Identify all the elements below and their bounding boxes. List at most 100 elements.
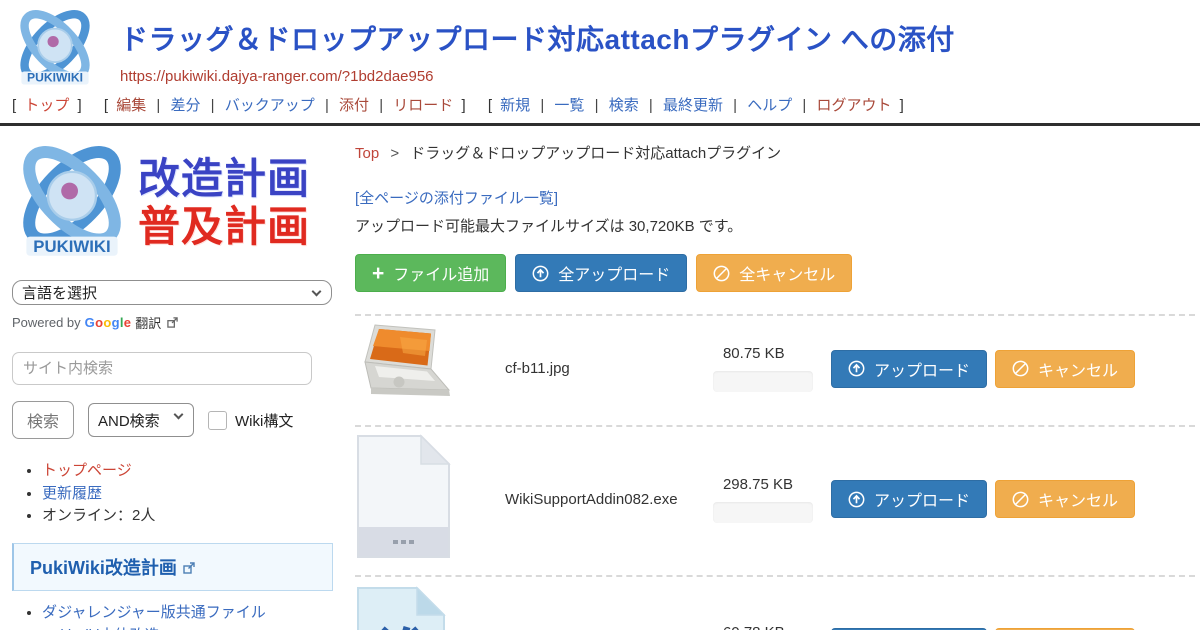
sidebar: PUKIWIKI 改造計画 普及計画 言語を選択 Powered by Goog… [0, 126, 345, 630]
bracket: [ [104, 97, 108, 114]
file-size: 60.78 KB [713, 624, 813, 630]
file-size: 298.75 KB [713, 476, 813, 493]
image-thumbnail-laptop [355, 322, 457, 410]
nav-item-search[interactable]: 検索 [609, 97, 639, 114]
nav-separator: | [595, 97, 599, 114]
file-row: WikiSupportAddin082.exe 298.75 KB アップロード [355, 427, 1195, 571]
upload-progress-bar [713, 502, 813, 523]
google-translate-attribution: Powered by Google 翻訳 [12, 313, 333, 332]
upload-circle-icon [848, 360, 865, 377]
language-select[interactable]: 言語を選択 [12, 280, 332, 305]
page-url-link[interactable]: https://pukiwiki.dajya-ranger.com/?1bd2d… [120, 68, 434, 85]
ban-icon [1012, 491, 1029, 508]
site-search-input[interactable] [12, 352, 312, 385]
nav-separator: | [733, 97, 737, 114]
upload-button[interactable]: アップロード [831, 480, 987, 518]
list-item: 更新履歴 [42, 484, 333, 505]
nav-separator: | [540, 97, 544, 114]
toolbar-nav: [ トップ ] [ 編集 | 差分 | バックアップ | 添付 | リロード ]… [0, 88, 1200, 126]
atom-icon: PUKIWIKI [8, 8, 102, 92]
sidebar-section-header: PukiWiki改造計画 [12, 543, 333, 591]
nav-item-list[interactable]: 一覧 [554, 97, 584, 114]
cancel-all-button[interactable]: 全キャンセル [696, 254, 852, 292]
online-count: オンライン：2人 [42, 507, 155, 524]
sidebar-item-update-history[interactable]: 更新履歴 [42, 485, 102, 502]
nav-item-top[interactable]: トップ [24, 97, 69, 114]
upload-all-button[interactable]: 全アップロード [515, 254, 687, 292]
svg-text:PUKIWIKI: PUKIWIKI [33, 237, 110, 256]
external-link-icon [183, 562, 195, 574]
add-file-button[interactable]: + ファイル追加 [355, 254, 506, 292]
plus-icon: + [372, 263, 384, 284]
bracket: ] [900, 97, 904, 114]
file-name: cf-b11.jpg [505, 360, 713, 377]
bracket: [ [12, 97, 16, 114]
banner-text-fukyuu: 普及計画 [138, 203, 310, 251]
bracket: ] [461, 97, 465, 114]
upload-circle-icon [848, 491, 865, 508]
upload-toolbar: + ファイル追加 全アップロード 全キャンセル [355, 254, 1195, 292]
google-logo-text: Google [85, 315, 132, 330]
nav-item-help[interactable]: ヘルプ [747, 97, 792, 114]
breadcrumb-home-link[interactable]: Top [355, 145, 379, 162]
banner-text-kaizou: 改造計画 [138, 155, 310, 203]
sidebar-item-top-page[interactable]: トップページ [42, 462, 132, 479]
file-row: contents.html 60.78 KB アップロード [355, 577, 1195, 630]
max-upload-size-text: アップロード可能最大ファイルサイズは 30,720KB です。 [355, 215, 1195, 236]
nav-item-edit[interactable]: 編集 [116, 97, 146, 114]
page-header: PUKIWIKI ドラッグ＆ドロップアップロード対応attachプラグイン への… [0, 0, 1200, 88]
file-row: cf-b11.jpg 80.75 KB アップロード [355, 316, 1195, 421]
svg-text:PUKIWIKI: PUKIWIKI [27, 71, 83, 85]
sidebar-links: ダジャレンジャー版共通ファイル PukiWiki本体改造 PukiWikiテキス… [42, 603, 333, 630]
sidebar-item-common-files[interactable]: ダジャレンジャー版共通ファイル [42, 604, 266, 621]
nav-separator: | [802, 97, 806, 114]
upload-button[interactable]: アップロード [831, 350, 987, 388]
nav-item-recent[interactable]: 最終更新 [663, 97, 723, 114]
generic-file-icon [355, 433, 452, 560]
atom-icon: PUKIWIKI [12, 140, 132, 266]
nav-item-logout[interactable]: ログアウト [816, 97, 891, 114]
nav-separator: | [325, 97, 329, 114]
breadcrumb-separator: > [390, 145, 399, 162]
nav-item-diff[interactable]: 差分 [170, 97, 200, 114]
nav-item-reload[interactable]: リロード [393, 97, 453, 114]
file-name: WikiSupportAddin082.exe [505, 491, 713, 508]
nav-item-attach[interactable]: 添付 [339, 97, 369, 114]
nav-separator: | [156, 97, 160, 114]
upload-progress-bar [713, 371, 813, 392]
bracket: ] [78, 97, 82, 114]
nav-separator: | [379, 97, 383, 114]
cancel-button[interactable]: キャンセル [995, 480, 1135, 518]
wiki-syntax-label: Wiki構文 [235, 410, 293, 431]
sidebar-quick-links: トップページ 更新履歴 オンライン：2人 [42, 461, 333, 527]
ban-icon [1012, 360, 1029, 377]
list-item: オンライン：2人 [42, 506, 333, 527]
list-item: PukiWiki本体改造 [42, 626, 333, 630]
nav-separator: | [211, 97, 215, 114]
breadcrumb: Top > ドラッグ＆ドロップアップロード対応attachプラグイン [355, 142, 1195, 163]
bracket: [ [488, 97, 492, 114]
page-title: ドラッグ＆ドロップアップロード対応attachプラグイン への添付 [120, 18, 955, 58]
search-button[interactable]: 検索 [12, 401, 74, 439]
nav-item-new[interactable]: 新規 [500, 97, 530, 114]
nav-item-backup[interactable]: バックアップ [225, 97, 315, 114]
sidebar-section-title-link[interactable]: PukiWiki改造計画 [30, 558, 177, 578]
ban-icon [713, 265, 730, 282]
search-mode-select[interactable]: AND検索 [88, 403, 194, 437]
main-content: Top > ドラッグ＆ドロップアップロード対応attachプラグイン [全ページ… [345, 126, 1200, 630]
cancel-button[interactable]: キャンセル [995, 350, 1135, 388]
wiki-syntax-checkbox[interactable] [208, 411, 227, 430]
sidebar-banner-logo[interactable]: PUKIWIKI 改造計画 普及計画 [12, 140, 333, 266]
translate-link[interactable]: 翻訳 [135, 313, 161, 332]
chevron-down-icon [312, 287, 322, 297]
list-item: ダジャレンジャー版共通ファイル [42, 603, 333, 624]
chevron-down-icon [174, 410, 184, 420]
upload-circle-icon [532, 265, 549, 282]
nav-separator: | [649, 97, 653, 114]
file-size: 80.75 KB [713, 345, 813, 362]
breadcrumb-current: ドラッグ＆ドロップアップロード対応attachプラグイン [410, 145, 781, 162]
pukiwiki-logo[interactable]: PUKIWIKI [8, 8, 102, 97]
list-item: トップページ [42, 461, 333, 482]
html-file-icon [355, 585, 447, 630]
all-attachments-link[interactable]: [全ページの添付ファイル一覧] [355, 187, 558, 208]
